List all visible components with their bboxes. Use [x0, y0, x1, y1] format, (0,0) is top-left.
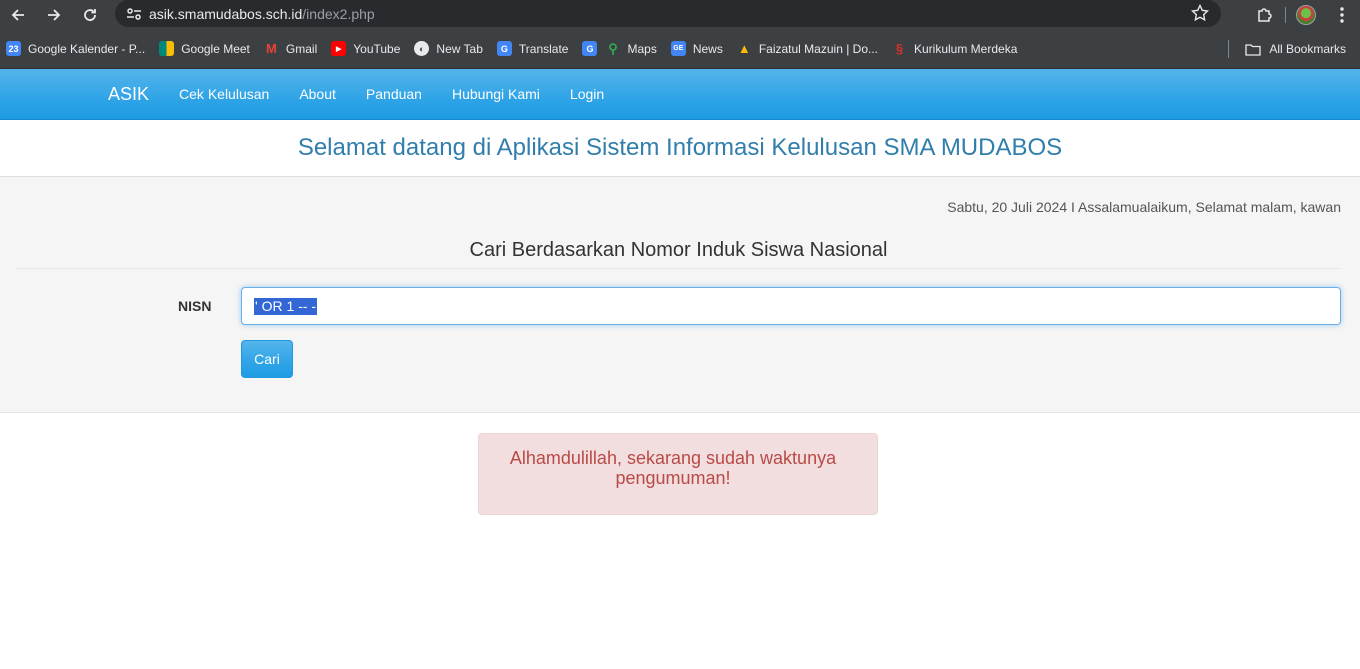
bookmark-label: Google Meet	[181, 41, 250, 56]
browser-actions	[1247, 0, 1360, 29]
nisn-input-value: ' OR 1 -- -	[254, 297, 318, 315]
puzzle-icon	[1258, 7, 1272, 22]
url-host: asik.smamudabos.sch.id	[149, 5, 303, 22]
bookmark-google-meet[interactable]: Google Meet	[159, 41, 250, 56]
nisn-label: NISN	[178, 298, 212, 314]
reload-button[interactable]	[72, 0, 108, 29]
bookmark-label: Maps	[627, 41, 657, 56]
bookmark-kurikulum[interactable]: § Kurikulum Merdeka	[892, 41, 1018, 56]
bookmark-translate[interactable]: G Translate	[496, 41, 569, 56]
welcome-header: Selamat datang di Aplikasi Sistem Inform…	[0, 120, 1360, 177]
site-navbar: ASIK Cek Kelulusan About Panduan Hubungi…	[0, 69, 1360, 120]
meet-icon	[159, 41, 175, 56]
kurikulum-icon: §	[895, 41, 904, 56]
bookmark-maps[interactable]: ⚲ Maps	[605, 40, 657, 56]
bookmark-label: News	[692, 41, 723, 56]
bookmark-faizatul[interactable]: ▲ Faizatul Mazuin | Do...	[737, 41, 878, 56]
globe-icon: ◐	[414, 41, 430, 56]
search-button[interactable]: Cari	[241, 340, 293, 378]
nav-login[interactable]: Login	[570, 86, 604, 102]
nav-about[interactable]: About	[299, 86, 336, 102]
bookmark-star-icon[interactable]	[1190, 3, 1210, 27]
translate-icon: G	[496, 41, 512, 56]
back-arrow-icon	[11, 8, 24, 21]
bookmark-label: Google Kalender - P...	[28, 41, 146, 56]
forward-button[interactable]	[36, 0, 72, 29]
browser-toolbar: asik.smamudabos.sch.id/index2.php	[0, 0, 1360, 29]
bookmark-news[interactable]: GE News	[670, 41, 723, 56]
address-bar[interactable]: asik.smamudabos.sch.id/index2.php	[115, 0, 1221, 27]
forward-arrow-icon	[48, 8, 61, 21]
bookmark-translate-2[interactable]: G	[582, 41, 598, 56]
menu-button[interactable]	[1324, 0, 1360, 29]
kebab-menu-icon	[1340, 6, 1344, 23]
url-text: asik.smamudabos.sch.id/index2.php	[149, 6, 375, 22]
reload-icon	[84, 8, 96, 21]
announcement-alert: Alhamdulillah, sekarang sudah waktunya p…	[478, 433, 878, 515]
gmail-icon: M	[265, 41, 277, 56]
bookmark-youtube[interactable]: ▶ YouTube	[331, 41, 400, 56]
site-info-icon[interactable]	[119, 7, 149, 21]
nisn-input[interactable]: ' OR 1 -- -	[241, 287, 1341, 325]
all-bookmarks-label: All Bookmarks	[1269, 42, 1346, 56]
bookmark-label: New Tab	[436, 41, 483, 56]
folder-icon	[1245, 43, 1261, 56]
nav-hubungi-kami[interactable]: Hubungi Kami	[452, 86, 540, 102]
profile-button[interactable]	[1288, 0, 1324, 29]
bookmark-label: Faizatul Mazuin | Do...	[758, 41, 878, 56]
calendar-icon: 23	[6, 41, 21, 56]
search-title: Cari Berdasarkan Nomor Induk Siswa Nasio…	[16, 239, 1341, 269]
bookmark-gmail[interactable]: M Gmail	[264, 41, 317, 56]
youtube-icon: ▶	[331, 41, 347, 56]
bookmarks-divider	[1228, 40, 1230, 58]
toolbar-divider	[1285, 6, 1286, 23]
drive-icon: ▲	[737, 41, 751, 56]
all-bookmarks[interactable]: All Bookmarks	[1228, 29, 1346, 69]
url-path: /index2.php	[302, 5, 375, 22]
bookmark-new-tab[interactable]: ◐ New Tab	[414, 41, 483, 56]
nav-panduan[interactable]: Panduan	[366, 86, 422, 102]
bookmark-label: Kurikulum Merdeka	[914, 41, 1018, 56]
bookmark-label: Gmail	[285, 41, 318, 56]
extensions-button[interactable]	[1247, 0, 1283, 29]
brand-link[interactable]: ASIK	[108, 84, 149, 105]
date-greeting: Sabtu, 20 Juli 2024 I Assalamualaikum, S…	[947, 199, 1341, 215]
back-button[interactable]	[0, 0, 36, 29]
news-icon: GE	[670, 41, 686, 56]
bookmark-label: YouTube	[353, 41, 401, 56]
avatar	[1296, 4, 1316, 25]
bookmarks-bar: 23 Google Kalender - P... Google Meet M Gm…	[0, 29, 1360, 69]
search-panel: Sabtu, 20 Juli 2024 I Assalamualaikum, S…	[0, 177, 1360, 413]
bookmark-label: Translate	[518, 41, 569, 56]
translate-icon: G	[582, 41, 598, 56]
bookmark-google-kalender[interactable]: 23 Google Kalender - P...	[6, 41, 145, 56]
nav-cek-kelulusan[interactable]: Cek Kelulusan	[179, 86, 269, 102]
page-title: Selamat datang di Aplikasi Sistem Inform…	[297, 134, 1063, 161]
maps-icon: ⚲	[608, 40, 618, 56]
